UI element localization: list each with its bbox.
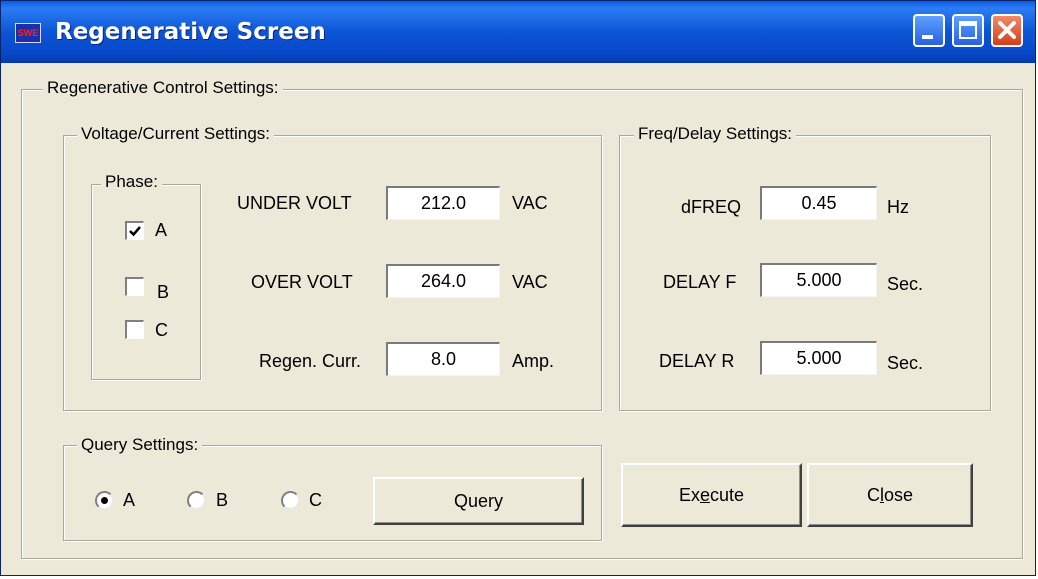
under-volt-unit: VAC: [512, 193, 548, 213]
dfreq-unit: Hz: [887, 197, 909, 217]
dfreq-field[interactable]: [760, 186, 877, 220]
close-button[interactable]: Close: [807, 463, 973, 527]
query-button-label: Query: [453, 491, 504, 511]
under-volt-label: UNDER VOLT: [237, 193, 352, 213]
voltage-current-settings-label: Voltage/Current Settings:: [77, 124, 275, 144]
delay-f-label: DELAY F: [663, 272, 737, 292]
title-bar[interactable]: SWE Regenerative Screen: [1, 1, 1035, 63]
maximize-button[interactable]: [952, 14, 984, 47]
close-icon: [998, 21, 1016, 39]
query-settings-label: Query Settings:: [77, 435, 203, 455]
regen-curr-field[interactable]: [386, 342, 500, 376]
phase-a-label: A: [155, 220, 168, 240]
app-icon[interactable]: SWE: [15, 23, 41, 43]
execute-button[interactable]: Execute: [621, 463, 802, 527]
query-button[interactable]: Query: [373, 477, 584, 525]
phase-label: Phase:: [101, 172, 162, 192]
execute-button-label: Execute: [678, 485, 745, 505]
freq-delay-settings-label: Freq/Delay Settings:: [634, 124, 797, 144]
minimize-icon: [922, 35, 933, 39]
under-volt-field[interactable]: [386, 186, 500, 220]
over-volt-unit: VAC: [512, 272, 548, 292]
over-volt-label: OVER VOLT: [251, 272, 353, 292]
delay-f-unit: Sec.: [887, 274, 924, 294]
regen-curr-label: Regen. Curr.: [259, 351, 362, 371]
regen-curr-unit: Amp.: [512, 351, 555, 371]
phase-b-checkbox[interactable]: [125, 277, 144, 296]
query-radio-a-label: A: [123, 490, 136, 510]
minimize-button[interactable]: [913, 14, 945, 47]
query-radio-c[interactable]: [281, 491, 300, 510]
query-radio-b[interactable]: [187, 491, 206, 510]
query-radio-c-label: C: [309, 490, 322, 510]
delay-r-field[interactable]: [760, 341, 877, 375]
delay-r-unit: Sec.: [887, 353, 924, 373]
delay-r-label: DELAY R: [659, 351, 735, 371]
window-title: Regenerative Screen: [55, 19, 326, 45]
regenerative-screen-window: SWE Regenerative Screen Regenerative Con…: [0, 0, 1036, 576]
close-button-label: Close: [866, 485, 914, 505]
over-volt-field[interactable]: [386, 264, 500, 298]
radio-selected-dot: [101, 497, 108, 504]
dfreq-label: dFREQ: [681, 197, 742, 217]
query-radio-b-label: B: [216, 490, 229, 510]
regenerative-control-settings-label: Regenerative Control Settings:: [43, 78, 283, 98]
delay-f-field[interactable]: [760, 263, 877, 297]
phase-b-label: B: [157, 282, 170, 302]
phase-a-checkbox[interactable]: [125, 221, 144, 240]
close-window-button[interactable]: [991, 14, 1023, 47]
phase-c-label: C: [155, 320, 168, 340]
query-radio-a[interactable]: [95, 491, 114, 510]
checkmark-icon: [129, 226, 141, 237]
phase-c-checkbox[interactable]: [125, 320, 144, 339]
phase-group: [91, 184, 201, 380]
maximize-icon: [959, 21, 977, 39]
